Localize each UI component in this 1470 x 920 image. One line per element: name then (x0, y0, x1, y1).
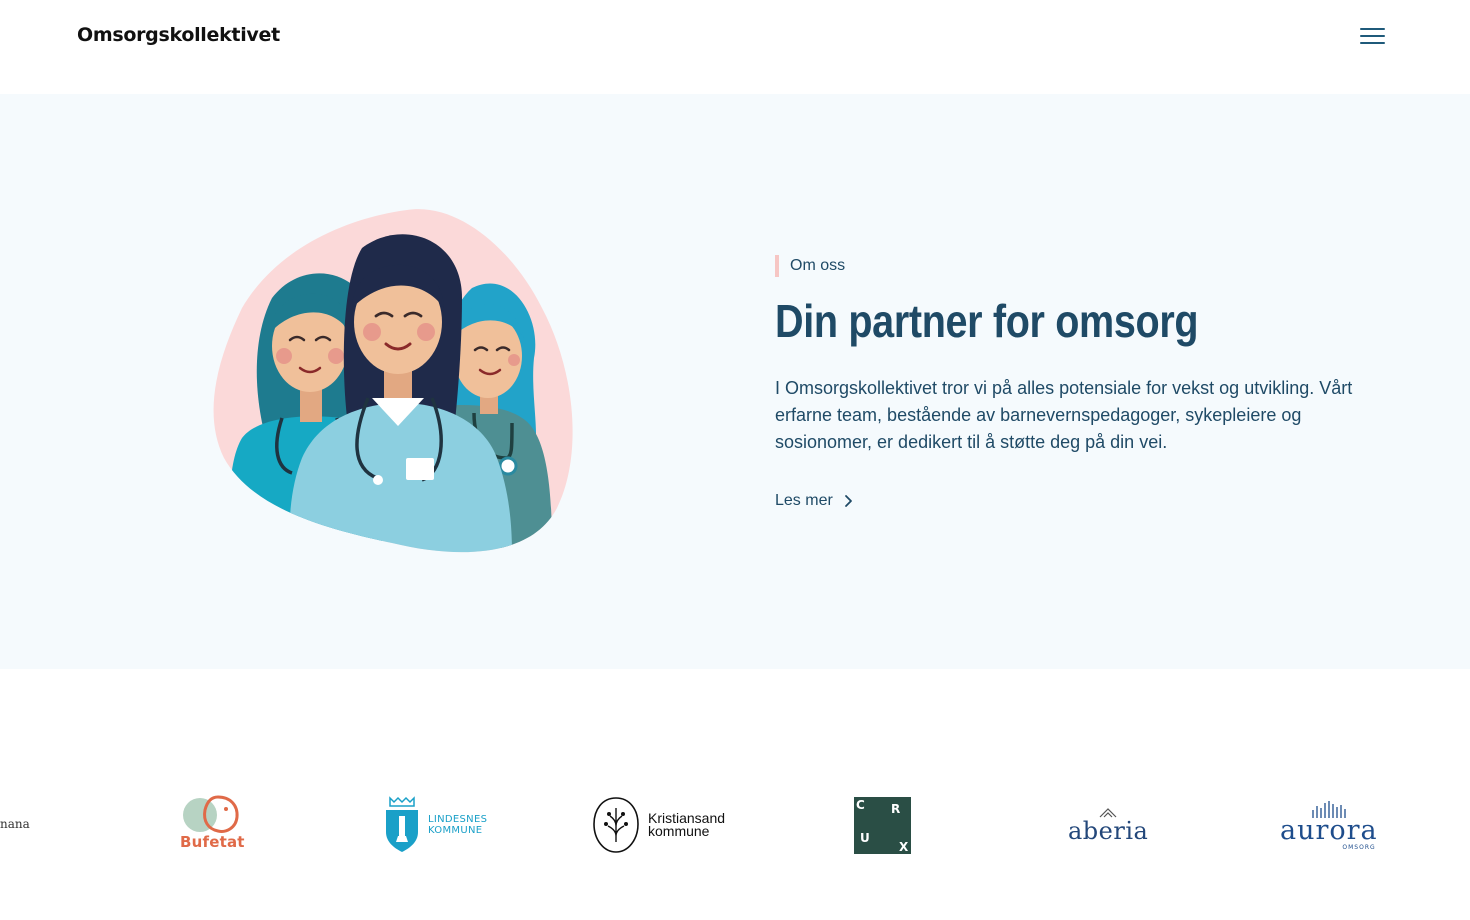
crux-letter: X (899, 839, 909, 854)
kristiansand-emblem-icon (593, 797, 639, 853)
lindesnes-shield-icon (386, 796, 418, 852)
lindesnes-line1: LINDESNES (428, 814, 488, 825)
section-eyebrow: Om oss (775, 255, 845, 277)
aurora-logo: aurora OMSORG (1280, 780, 1378, 870)
menu-line (1360, 42, 1385, 44)
partner-logos: nana Bufetat LINDESNES KOMMUNE Kristians… (0, 780, 1470, 870)
hero-headline: Din partner for omsorg (775, 295, 1199, 347)
read-more-link[interactable]: Les mer (775, 490, 853, 512)
crux-logo: C R U X (854, 780, 911, 870)
brand-logo[interactable]: Omsorgskollektivet (77, 24, 280, 46)
crux-letter: R (891, 801, 901, 816)
hero-section: Om oss Din partner for omsorg I Omsorgsk… (0, 94, 1470, 669)
kristiansand-logo: Kristiansand kommune (592, 780, 725, 870)
menu-line (1360, 28, 1385, 30)
nurses-illustration (213, 209, 573, 553)
aurora-wordmark: aurora (1280, 814, 1378, 846)
bufetat-mark-icon (183, 795, 239, 833)
manana-logo: nana (0, 817, 30, 831)
lindesnes-line2: KOMMUNE (428, 825, 483, 836)
hero-description: I Omsorgskollektivet tror vi på alles po… (775, 378, 1353, 452)
hamburger-menu-icon[interactable] (1356, 24, 1390, 50)
lindesnes-logo: LINDESNES KOMMUNE (384, 780, 487, 870)
menu-line (1360, 35, 1385, 37)
aberia-logo: aberia (1068, 780, 1148, 870)
bufetat-wordmark: Bufetat (180, 833, 245, 851)
aberia-wordmark: aberia (1068, 817, 1149, 845)
crux-letter: C (856, 797, 865, 812)
bufetat-logo: Bufetat (180, 780, 245, 870)
kristiansand-line2: kommune (648, 823, 710, 839)
crux-letter: U (860, 830, 870, 845)
aurora-subtitle: OMSORG (1342, 843, 1376, 851)
chevron-right-icon (844, 495, 852, 507)
site-header: Omsorgskollektivet (0, 0, 1470, 94)
read-more-label: Les mer (775, 492, 833, 509)
